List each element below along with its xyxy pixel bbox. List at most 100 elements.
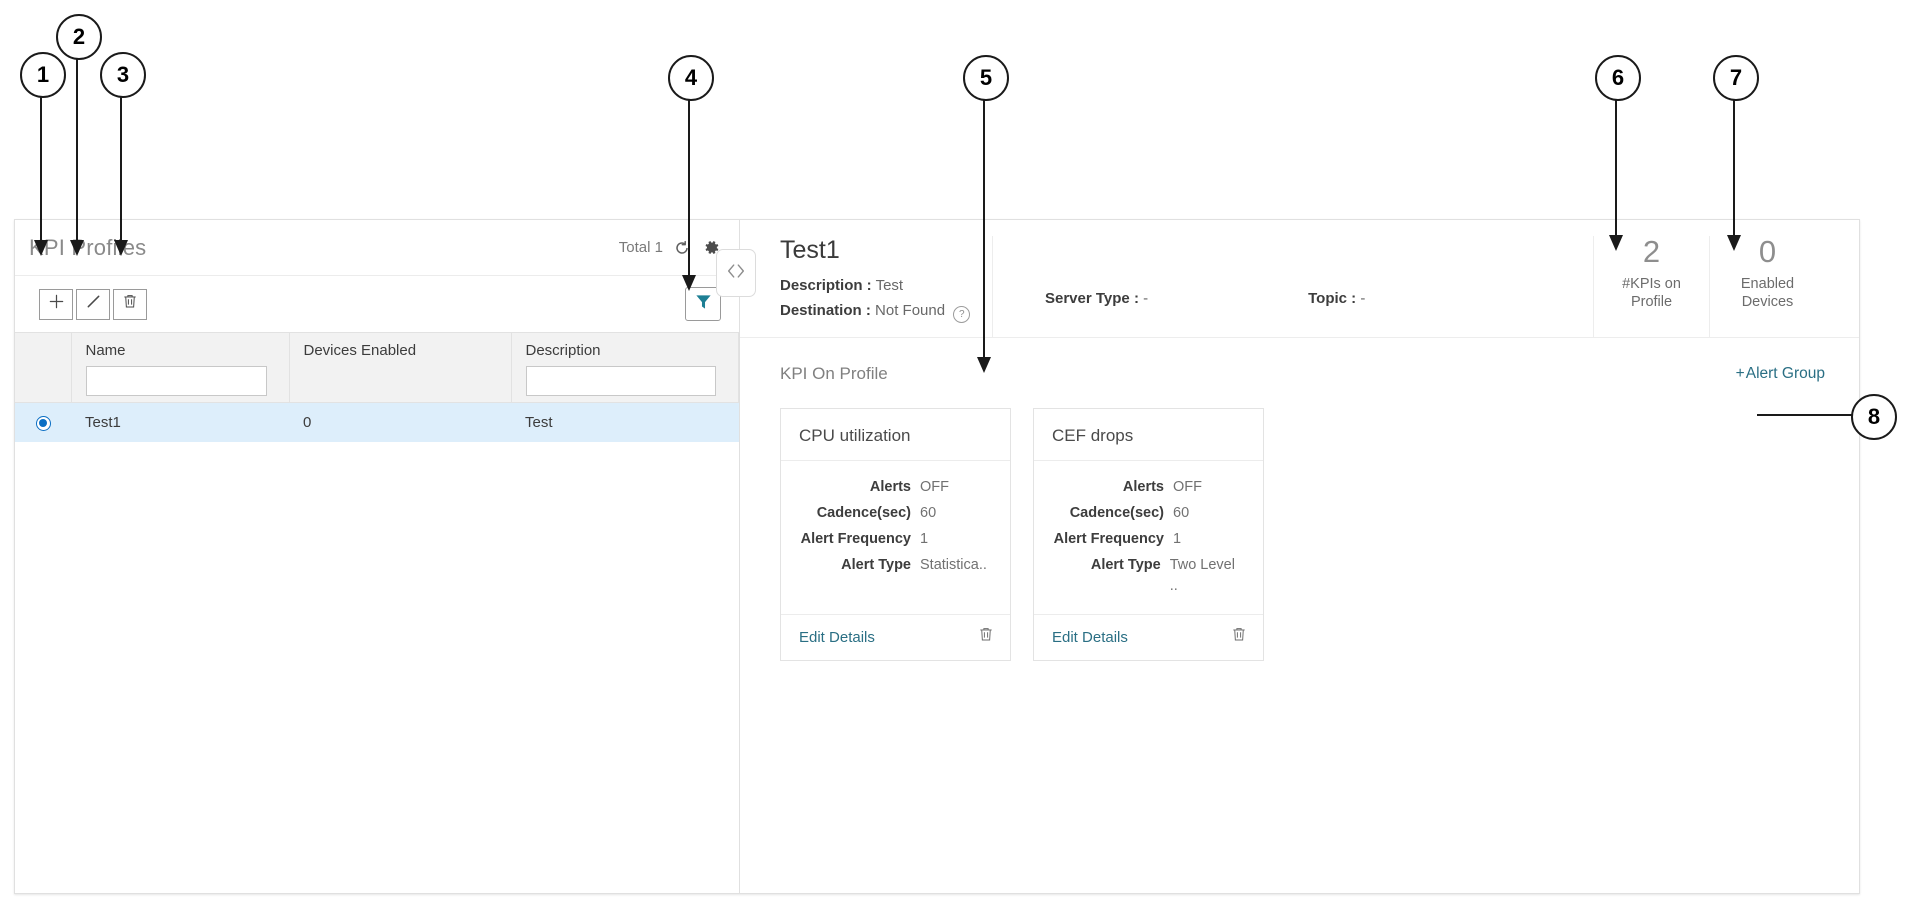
callout-2-leader — [76, 56, 78, 242]
callout-8: 8 — [1851, 394, 1897, 440]
topic-value: - — [1360, 290, 1366, 308]
callout-6: 6 — [1595, 55, 1641, 101]
callout-3: 3 — [100, 52, 146, 98]
callout-4: 4 — [668, 55, 714, 101]
kpi-property-value: OFF — [920, 479, 949, 496]
add-alert-group-link[interactable]: + Alert Group — [1736, 365, 1825, 383]
panel-collapse-toggle[interactable] — [716, 249, 756, 297]
row-cell-description: Test — [511, 402, 739, 442]
profile-description-value: Test — [875, 276, 904, 294]
row-radio-dot — [39, 419, 47, 427]
filter-input-name[interactable] — [85, 366, 267, 396]
callout-5-arrowhead — [977, 357, 991, 373]
add-alert-group-label: Alert Group — [1745, 365, 1825, 383]
kpi-card-properties: Alerts OFF Cadence(sec) 60 Alert Frequen… — [1034, 461, 1263, 614]
col-header-select — [15, 332, 72, 403]
kpi-property-key: Cadence(sec) — [816, 505, 911, 522]
table-empty-space — [15, 442, 739, 893]
kpi-on-profile-section: KPI On Profile + Alert Group CPU utiliza… — [740, 338, 1859, 662]
table-header-row: Name Devices Enabled Description — [15, 332, 739, 403]
kpi-property-value: 1 — [920, 531, 929, 548]
kpi-property-key: Alert Frequency — [800, 531, 911, 548]
kpi-property-key: Alert Type — [1090, 557, 1161, 574]
trash-icon[interactable] — [1231, 626, 1247, 648]
callout-4-arrowhead — [682, 275, 696, 291]
kpi-property-value: 60 — [920, 505, 937, 522]
question-circle-icon[interactable]: ? — [953, 306, 971, 324]
profile-summary: Test1 Description : Test Destination : N… — [740, 236, 992, 337]
topic-field: Topic : - — [1308, 290, 1365, 307]
profile-stats: 2 #KPIs on Profile 0 Enabled Devices — [1593, 236, 1859, 338]
callout-1-leader — [40, 94, 42, 242]
callout-7: 7 — [1713, 55, 1759, 101]
stat-kpis-on-profile-label: #KPIs on Profile — [1622, 276, 1681, 311]
kpi-property-value: Statistica.. — [920, 557, 987, 574]
callout-8-leader — [1757, 414, 1852, 416]
kpi-property-key: Alerts — [1122, 479, 1164, 496]
trash-icon[interactable] — [978, 626, 994, 648]
profile-name: Test1 — [780, 236, 840, 264]
kpi-section-title: KPI On Profile — [780, 364, 888, 384]
edit-profile-button[interactable] — [76, 288, 110, 320]
kpi-property-value: Two Level .. — [1169, 557, 1235, 595]
plus-icon — [48, 293, 65, 315]
profile-destination-label: Destination : — [780, 301, 871, 319]
trash-icon — [122, 293, 138, 315]
kpi-property-row: Alerts OFF — [1040, 477, 1245, 498]
kpi-profiles-table: Name Devices Enabled Description Test1 0… — [15, 332, 739, 442]
row-radio-button[interactable] — [35, 415, 51, 431]
kpi-property-row: Alert Frequency 1 — [1040, 529, 1245, 550]
kpi-property-value: OFF — [1173, 479, 1202, 496]
col-header-devices-enabled-label: Devices Enabled — [303, 342, 417, 359]
filter-input-description[interactable] — [525, 366, 716, 396]
profile-destination-value: Not Found — [875, 301, 946, 319]
edit-details-link[interactable]: Edit Details — [1052, 629, 1128, 646]
server-type-value: - — [1143, 290, 1149, 308]
kpi-card-title: CEF drops — [1034, 409, 1263, 462]
callout-4-leader — [688, 97, 690, 277]
kpi-property-row: Cadence(sec) 60 — [1040, 503, 1245, 524]
table-row[interactable]: Test1 0 Test — [15, 402, 739, 442]
callout-5-leader — [983, 97, 985, 359]
table-body: Test1 0 Test — [15, 402, 739, 442]
server-type-label: Server Type : — [1045, 290, 1139, 308]
delete-profile-button[interactable] — [113, 288, 147, 320]
profile-description-label: Description : — [780, 276, 872, 294]
kpi-card-properties: Alerts OFF Cadence(sec) 60 Alert Frequen… — [781, 461, 1010, 593]
profile-destination-line: Destination : Not Found ? — [780, 299, 992, 324]
stat-kpis-on-profile: 2 #KPIs on Profile — [1593, 236, 1709, 338]
col-header-description: Description — [511, 332, 739, 403]
callout-3-arrowhead — [114, 240, 128, 256]
app-container: KPI Profiles Total 1 Name Devices Enable… — [14, 219, 1860, 894]
callout-7-arrowhead — [1727, 235, 1741, 251]
kpi-property-value: 60 — [1173, 505, 1190, 522]
kpi-card[interactable]: CPU utilization Alerts OFF Cadence(sec) … — [780, 408, 1011, 662]
toolbar-button-group — [39, 288, 150, 320]
kpi-card[interactable]: CEF drops Alerts OFF Cadence(sec) 60 Ale… — [1033, 408, 1264, 662]
server-type-field: Server Type : - — [1045, 290, 1148, 307]
profile-fields: Server Type : - Topic : - — [992, 236, 1593, 338]
kpi-property-key: Alert Type — [841, 557, 911, 574]
row-cell-name: Test1 — [71, 402, 289, 442]
kpi-card-title: CPU utilization — [781, 409, 1010, 462]
pencil-icon — [85, 293, 102, 315]
plus-icon: + — [1735, 365, 1745, 383]
profile-detail-header: Test1 Description : Test Destination : N… — [740, 220, 1859, 339]
col-header-name: Name — [71, 332, 290, 403]
kpi-property-row: Alert Frequency 1 — [787, 529, 992, 550]
edit-details-link[interactable]: Edit Details — [799, 629, 875, 646]
kpi-property-row: Cadence(sec) 60 — [787, 503, 992, 524]
panes: KPI Profiles Total 1 Name Devices Enable… — [14, 219, 1860, 894]
row-select-cell — [15, 402, 71, 442]
stat-enabled-devices-label: Enabled Devices — [1740, 276, 1795, 311]
col-header-name-label: Name — [85, 342, 126, 359]
kpi-profiles-panel: KPI Profiles Total 1 Name Devices Enable… — [14, 219, 740, 894]
add-profile-button[interactable] — [39, 288, 73, 320]
callout-7-leader — [1733, 97, 1735, 237]
kpi-profiles-toolbar — [15, 276, 739, 332]
col-header-devices-enabled: Devices Enabled — [289, 332, 512, 403]
stat-enabled-devices: 0 Enabled Devices — [1709, 236, 1825, 338]
kpi-profile-detail-panel: Test1 Description : Test Destination : N… — [716, 219, 1860, 894]
callout-5: 5 — [963, 55, 1009, 101]
kpi-property-key: Alerts — [869, 479, 911, 496]
